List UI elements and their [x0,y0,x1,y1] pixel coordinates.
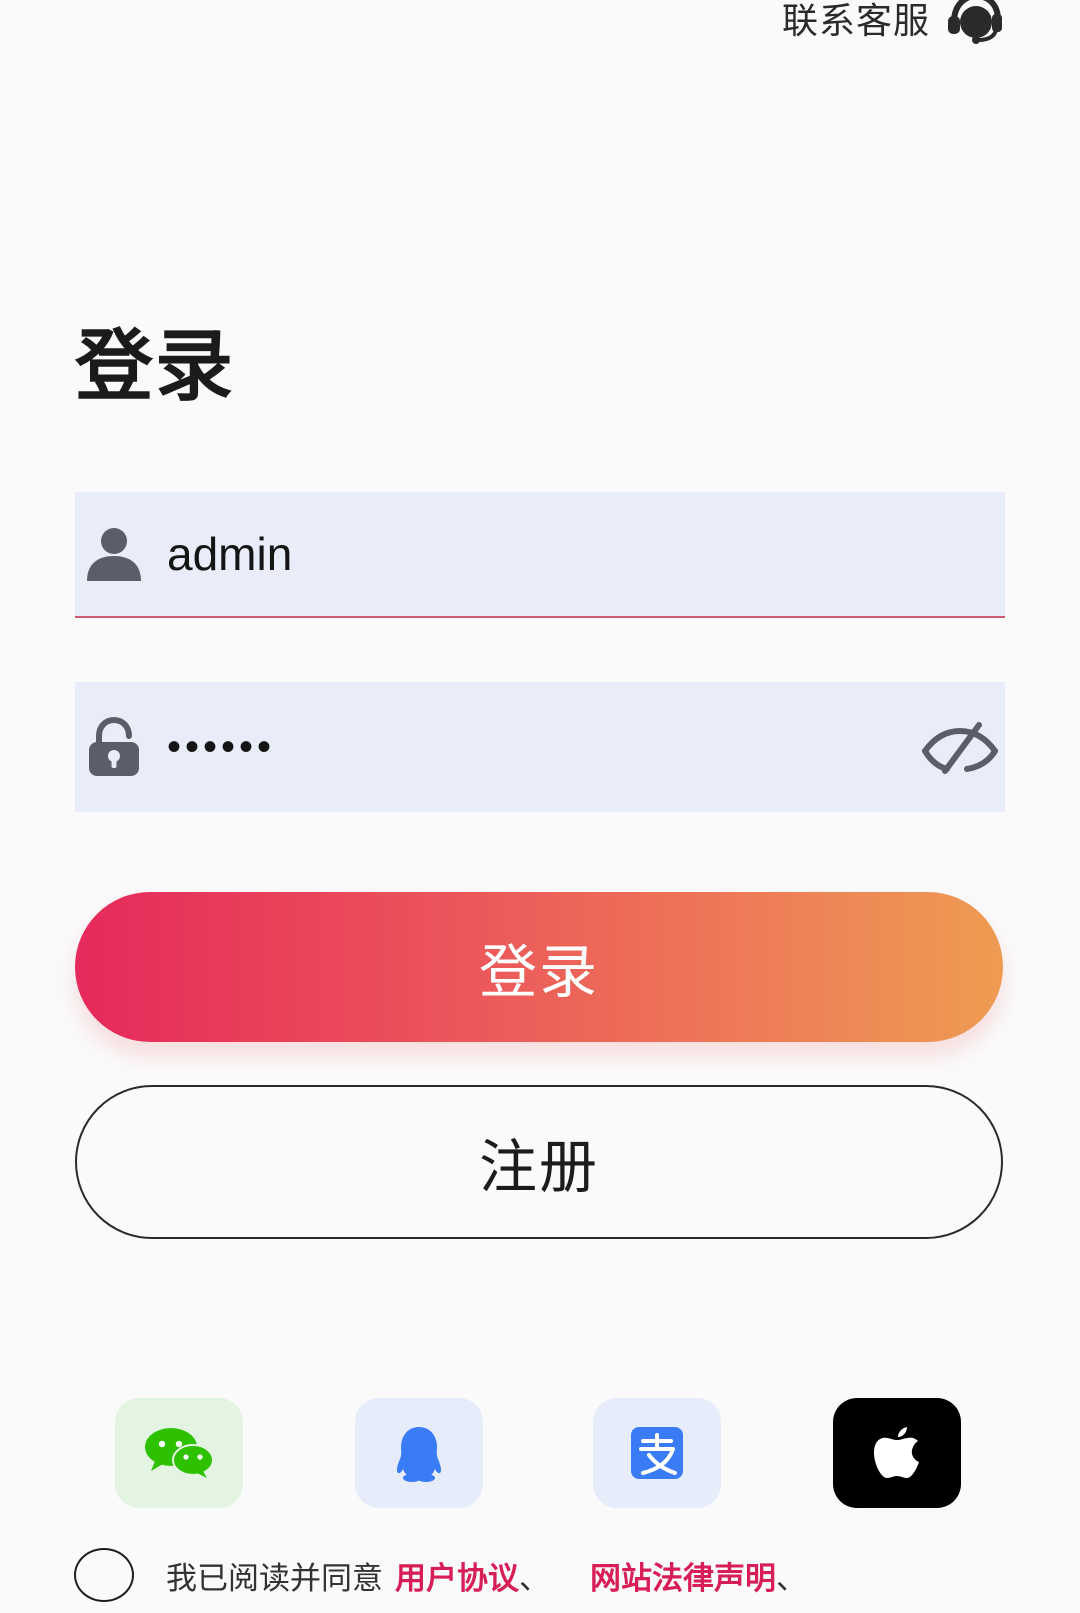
password-field[interactable] [75,682,1005,812]
agreement-separator: 、 [776,1560,807,1597]
password-input[interactable] [167,682,917,812]
user-icon [87,528,141,581]
username-input[interactable] [167,492,1005,616]
lock-icon [89,716,139,776]
wechat-login-button[interactable] [115,1398,243,1508]
agreement-prefix: 我已阅读并同意 [166,1560,383,1597]
customer-service-link[interactable]: 联系客服 [782,0,1004,44]
wechat-icon [145,1428,214,1478]
agreement-separator: 、 [519,1560,550,1597]
register-button[interactable]: 注册 [75,1085,1003,1239]
social-login-row [115,1398,965,1508]
user-agreement-link[interactable]: 用户协议 [395,1553,519,1598]
apple-icon [874,1427,919,1478]
alipay-login-button[interactable] [593,1398,721,1508]
login-button[interactable]: 登录 [75,892,1003,1042]
eye-off-icon[interactable] [917,717,1003,777]
qq-icon [396,1427,442,1482]
page-title: 登录 [75,322,236,412]
headset-icon [948,0,1002,44]
username-field[interactable] [75,492,1005,618]
legal-statement-link[interactable]: 网站法律声明 [590,1553,776,1598]
apple-login-button[interactable] [833,1398,961,1508]
agreement-row: 我已阅读并同意 用户协议 、 网站法律声明 、 [74,1548,807,1602]
customer-service-label: 联系客服 [781,1,930,42]
qq-login-button[interactable] [355,1398,483,1508]
agreement-checkbox[interactable] [74,1548,134,1602]
alipay-icon [631,1427,683,1479]
